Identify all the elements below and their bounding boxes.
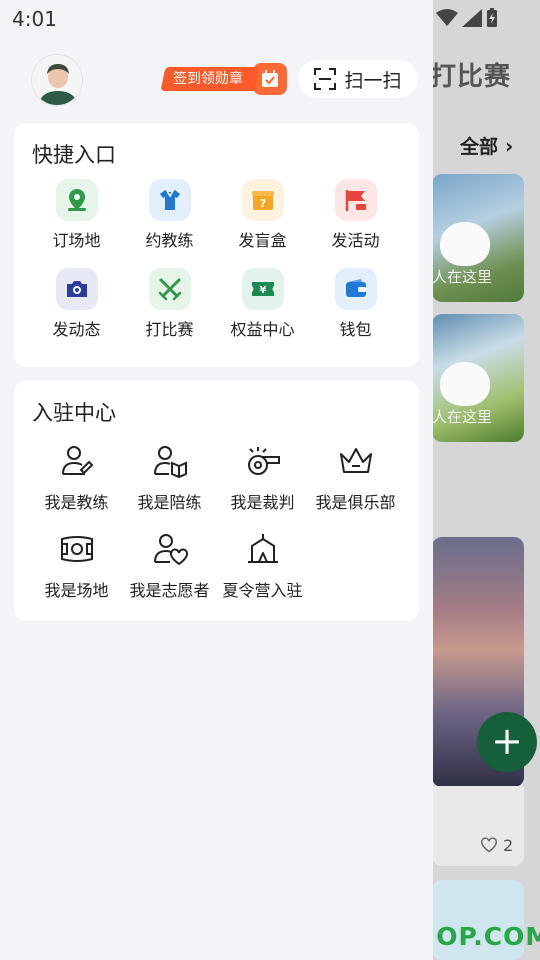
quick-item-wallet[interactable]: 钱包 [309, 268, 402, 357]
field-icon [57, 529, 97, 569]
chevron-right-icon: › [505, 134, 514, 158]
like-count: 2 [503, 836, 514, 855]
settle-item-label: 我是教练 [44, 493, 109, 512]
quick-item-label: 打比赛 [145, 320, 194, 339]
avatar[interactable] [31, 54, 83, 106]
quick-item-label: 订场地 [52, 231, 101, 250]
camera-icon [55, 268, 98, 310]
wallet-icon [334, 268, 377, 310]
partner-icon [150, 441, 190, 481]
crown-icon [336, 441, 376, 481]
settle-center-title: 入驻中心 [32, 401, 116, 425]
scan-icon [314, 68, 337, 90]
mystery-box-icon: ? [241, 179, 284, 221]
user-avatar-icon [32, 55, 82, 105]
quick-item-benefits[interactable]: ¥ 权益中心 [216, 268, 309, 357]
settle-item-coach[interactable]: 我是教练 [30, 441, 123, 529]
settle-item-club[interactable]: 我是俱乐部 [309, 441, 402, 529]
settle-center-panel: 入驻中心 我是教练 我是陪练 我是裁判 我是俱乐部 我是场地 我是志愿者 夏令营… [14, 381, 419, 621]
settle-item-volunteer[interactable]: 我是志愿者 [123, 529, 216, 617]
side-drawer: 4:01 签到领勋章 扫一扫 快捷入口 订场地 约教练 ? 发盲盒 发活动 发动… [0, 0, 433, 960]
crossed-swords-icon [148, 268, 191, 310]
checkin-badge-label: 签到领勋章 [173, 71, 243, 87]
volunteer-icon [150, 529, 190, 569]
quick-entry-title: 快捷入口 [32, 143, 116, 167]
quick-item-label: 权益中心 [230, 320, 295, 339]
quick-entry-panel: 快捷入口 订场地 约教练 ? 发盲盒 发活动 发动态 打比赛 ¥ 权益中心 钱包 [14, 123, 419, 367]
ticket-icon: ¥ [241, 268, 284, 310]
quick-item-book-venue[interactable]: 订场地 [30, 179, 123, 268]
quick-item-post-moment[interactable]: 发动态 [30, 268, 123, 357]
quick-item-book-coach[interactable]: 约教练 [123, 179, 216, 268]
tent-icon [243, 529, 283, 569]
quick-item-label: 发动态 [52, 320, 101, 339]
quick-item-label: 钱包 [339, 320, 372, 339]
settle-item-label: 我是志愿者 [129, 581, 210, 600]
status-time: 4:01 [12, 7, 57, 31]
quick-item-label: 发活动 [331, 231, 380, 250]
heart-icon [481, 837, 497, 853]
scan-label: 扫一扫 [344, 69, 402, 92]
settle-center-grid: 我是教练 我是陪练 我是裁判 我是俱乐部 我是场地 我是志愿者 夏令营入驻 [14, 441, 419, 617]
settle-item-label: 我是陪练 [137, 493, 202, 512]
like-counter[interactable]: 2 [480, 836, 513, 855]
svg-text:¥: ¥ [259, 285, 266, 296]
background-page-title: 打比赛 [430, 62, 512, 92]
settle-item-label: 夏令营入驻 [222, 581, 303, 600]
coach-icon [57, 441, 97, 481]
whistle-icon [243, 441, 283, 481]
quick-item-post-activity[interactable]: 发活动 [309, 179, 402, 268]
settle-item-partner[interactable]: 我是陪练 [123, 441, 216, 529]
feed-card-caption: 人在这里 [432, 408, 493, 426]
quick-entry-grid: 订场地 约教练 ? 发盲盒 发活动 发动态 打比赛 ¥ 权益中心 钱包 [14, 179, 419, 357]
mascot-image [440, 222, 490, 266]
settle-item-venue[interactable]: 我是场地 [30, 529, 123, 617]
svg-text:?: ? [259, 197, 265, 210]
feed-card-caption: 人在这里 [432, 268, 493, 286]
battery-icon [487, 8, 497, 27]
wifi-icon [436, 9, 458, 26]
status-icons [436, 8, 498, 28]
settle-item-label: 我是裁判 [230, 493, 295, 512]
add-post-button[interactable]: + [477, 712, 537, 772]
quick-item-play-match[interactable]: 打比赛 [123, 268, 216, 357]
location-pin-icon [55, 179, 98, 221]
settle-item-referee[interactable]: 我是裁判 [216, 441, 309, 529]
signal-icon [462, 9, 482, 27]
flag-icon [334, 179, 377, 221]
quick-item-mystery-box[interactable]: ? 发盲盒 [216, 179, 309, 268]
settle-item-label: 我是场地 [44, 581, 109, 600]
checkin-badge[interactable]: 签到领勋章 [160, 63, 287, 95]
scan-button[interactable]: 扫一扫 [298, 60, 418, 98]
quick-item-label: 约教练 [145, 231, 194, 250]
view-all-link[interactable]: 全部 [460, 132, 498, 159]
settle-item-label: 我是俱乐部 [315, 493, 396, 512]
quick-item-label: 发盲盒 [238, 231, 287, 250]
jersey-icon [148, 179, 191, 221]
settle-item-summer-camp[interactable]: 夏令营入驻 [216, 529, 309, 617]
mascot-image [440, 362, 490, 406]
